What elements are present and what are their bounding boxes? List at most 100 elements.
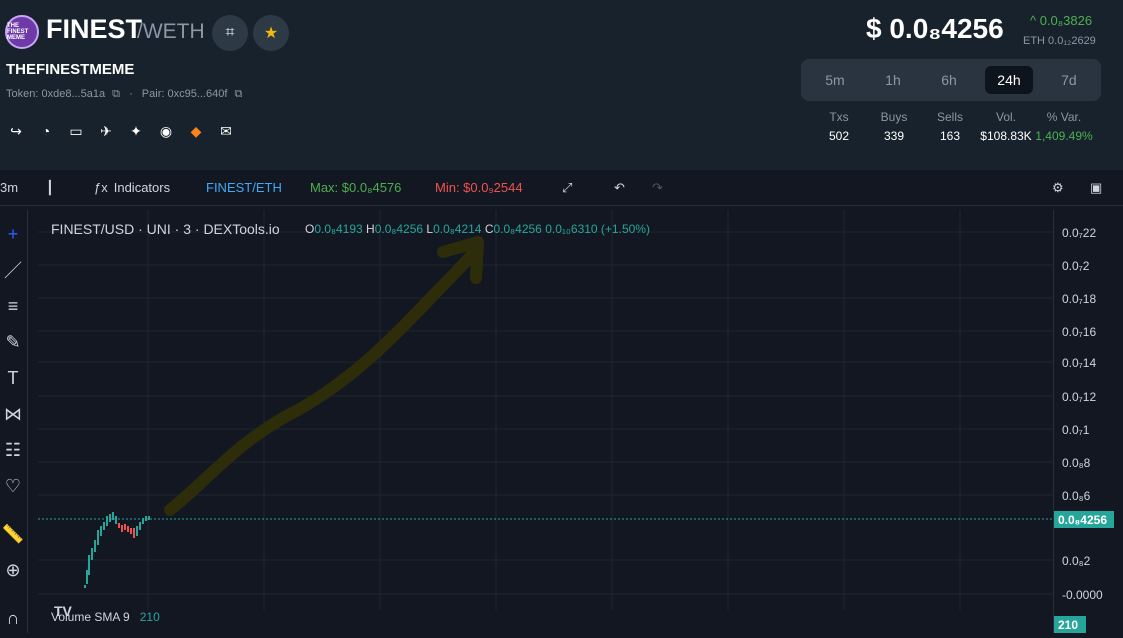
stat-label: Vol. bbox=[995, 110, 1016, 124]
trendline-icon[interactable]: ／ bbox=[1, 258, 25, 282]
heart-icon[interactable]: ♡ bbox=[1, 474, 25, 498]
candle bbox=[91, 548, 93, 560]
y-tick: 0.0₈8 bbox=[1062, 456, 1091, 470]
token-header: THE FINEST MEME FINEST /WETH ⌗ ★ THEFINE… bbox=[0, 0, 1123, 170]
volume-axis-label: 210 bbox=[1054, 616, 1086, 633]
token-logo: THE FINEST MEME bbox=[5, 15, 39, 49]
candle bbox=[115, 516, 117, 524]
stat-0: Txs 502 bbox=[812, 110, 866, 143]
price-eth: ETH 0.0₁₂2629 bbox=[1023, 35, 1096, 47]
candle bbox=[124, 524, 126, 530]
timeframe-24h[interactable]: 24h bbox=[985, 66, 1033, 94]
brush-icon[interactable]: ✎ bbox=[1, 330, 25, 354]
candle bbox=[86, 570, 88, 584]
text-icon[interactable]: T bbox=[1, 366, 25, 390]
y-tick: 0.0₇2 bbox=[1062, 259, 1090, 273]
stat-2: Sells 163 bbox=[922, 110, 978, 143]
metamask-icon[interactable]: ◆ bbox=[186, 121, 206, 141]
copy-icon[interactable]: ⧉ bbox=[234, 88, 242, 100]
candle bbox=[106, 516, 108, 526]
stat-value: $108.83K bbox=[980, 129, 1032, 143]
candles bbox=[84, 512, 150, 588]
stat-value: 1,409.49% bbox=[1035, 129, 1093, 143]
y-tick: 0.0₇1 bbox=[1062, 423, 1090, 437]
pair-button[interactable]: FINEST/ETH bbox=[206, 180, 282, 195]
timeframe-5m[interactable]: 5m bbox=[813, 66, 856, 94]
y-tick: 0.0₇14 bbox=[1062, 356, 1097, 370]
website-icon[interactable]: ▭ bbox=[66, 121, 86, 141]
y-tick: -0.0000 bbox=[1062, 588, 1103, 602]
candle bbox=[112, 512, 114, 520]
candle bbox=[127, 526, 129, 532]
timeframe-selector: 5m 1h 6h 24h 7d bbox=[801, 59, 1101, 101]
telegram-icon[interactable]: ✈ bbox=[96, 121, 116, 141]
candle bbox=[100, 526, 102, 536]
dextools-icon[interactable]: ◉ bbox=[156, 121, 176, 141]
price-change: ^ 0.0₈3826 bbox=[1030, 13, 1093, 28]
stat-label: Txs bbox=[829, 110, 849, 124]
horizontal-lines-icon[interactable]: ≡ bbox=[1, 294, 25, 318]
token-symbol: FINEST bbox=[46, 14, 143, 44]
chart-icon[interactable]: ◔ bbox=[36, 121, 56, 141]
candle bbox=[109, 514, 111, 522]
token-address-line: Token: 0xde8...5a1a ⧉ · Pair: 0xc95...64… bbox=[6, 88, 243, 100]
y-tick: 0.0₇12 bbox=[1062, 390, 1097, 404]
copy-icon[interactable]: ⧉ bbox=[112, 88, 120, 100]
social-links: ↪ ◔ ▭ ✈ ✦ ◉ ◆ ✉ bbox=[6, 121, 236, 141]
email-icon[interactable]: ✉ bbox=[216, 121, 236, 141]
candle bbox=[94, 540, 96, 552]
ruler-icon[interactable]: 📏 bbox=[1, 522, 25, 546]
stat-value: 163 bbox=[939, 129, 961, 143]
star-icon[interactable]: ★ bbox=[253, 15, 289, 51]
candle bbox=[103, 522, 105, 530]
token-full-name: THEFINESTMEME bbox=[6, 61, 135, 78]
ohlc-readout: O0.0₈4193 H0.0₈4256 L0.0₈4214 C0.0₈4256 … bbox=[305, 222, 650, 236]
candle bbox=[118, 523, 120, 528]
crosshair-icon[interactable]: + bbox=[1, 222, 25, 246]
min-price: Min: $0.0₉2544 bbox=[435, 180, 523, 195]
camera-icon[interactable]: ▣ bbox=[1090, 180, 1102, 196]
stat-4: % Var. 1,409.49% bbox=[1034, 110, 1094, 143]
price-chart[interactable] bbox=[38, 210, 1053, 633]
y-tick: 0.0₈6 bbox=[1062, 489, 1091, 503]
y-tick: 0.0₈2 bbox=[1062, 554, 1091, 568]
current-price-label: 0.0₈4256 bbox=[1054, 511, 1114, 528]
redo-icon[interactable]: ↷ bbox=[652, 180, 663, 196]
timeframe-7d[interactable]: 7d bbox=[1049, 66, 1089, 94]
stat-label: Buys bbox=[880, 110, 908, 124]
indicators-button[interactable]: ƒx Indicators bbox=[94, 180, 170, 195]
chart-svg bbox=[38, 210, 1053, 610]
magnet-icon[interactable]: ∩ bbox=[1, 606, 25, 630]
candle bbox=[88, 555, 90, 575]
stat-label: % Var. bbox=[1046, 110, 1082, 124]
arrow-drawing bbox=[164, 244, 482, 516]
fib-icon[interactable]: ☷ bbox=[1, 438, 25, 462]
binoculars-icon[interactable]: ⌗ bbox=[212, 15, 248, 51]
stat-1: Buys 339 bbox=[866, 110, 922, 143]
pattern-icon[interactable]: ⋈ bbox=[1, 402, 25, 426]
settings-icon[interactable]: ⚙ bbox=[1052, 180, 1064, 196]
max-price: Max: $0.0₈4576 bbox=[310, 180, 402, 195]
fullscreen-icon[interactable]: ⤢ bbox=[562, 180, 572, 196]
candles-icon[interactable]: ┃ bbox=[46, 180, 54, 196]
undo-icon[interactable]: ↶ bbox=[614, 180, 625, 196]
y-tick: 0.0₇16 bbox=[1062, 325, 1097, 339]
timeframe-6h[interactable]: 6h bbox=[929, 66, 969, 94]
candle bbox=[84, 585, 86, 588]
tradingview-logo: TV bbox=[54, 603, 72, 619]
interval-button[interactable]: 3m bbox=[0, 180, 18, 195]
zoom-icon[interactable]: ⊕ bbox=[1, 558, 25, 582]
candle bbox=[133, 528, 135, 538]
candle bbox=[142, 518, 144, 524]
timeframe-1h[interactable]: 1h bbox=[873, 66, 913, 94]
price-axis[interactable]: 0.0₇22 0.0₇2 0.0₇18 0.0₇16 0.0₇14 0.0₇12 0.0₇1… bbox=[1053, 210, 1123, 633]
fx-icon: ƒx bbox=[94, 180, 108, 195]
stats-row: Txs 502 Buys 339 Sells 163 Vol. $108.83K % Var. 1… bbox=[812, 110, 1094, 143]
y-tick: 0.0₇18 bbox=[1062, 292, 1097, 306]
share-icon[interactable]: ↪ bbox=[6, 121, 26, 141]
twitter-icon[interactable]: ✦ bbox=[126, 121, 146, 141]
pair-name: /WETH bbox=[137, 20, 205, 43]
candle bbox=[148, 516, 150, 520]
stat-value: 339 bbox=[883, 129, 905, 143]
chart-title: FINEST/USD · UNI · 3 · DEXTools.io bbox=[51, 221, 280, 237]
